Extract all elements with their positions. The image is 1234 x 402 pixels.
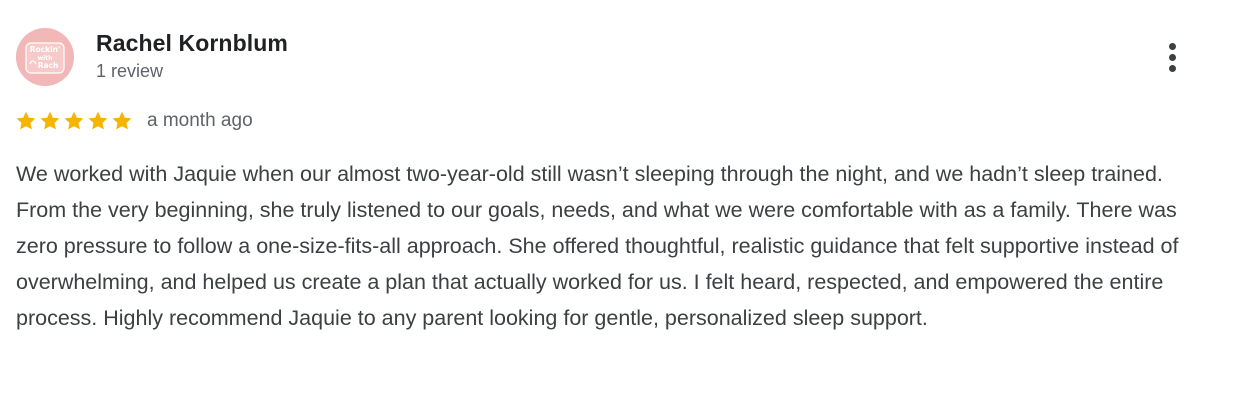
review-card: Rockin' with Rach Rachel Kornblum 1 revi… xyxy=(0,0,1234,402)
review-text: We worked with Jaquie when our almost tw… xyxy=(16,162,1179,330)
rating-row: a month ago xyxy=(15,108,253,134)
avatar-logo-icon: Rockin' with Rach xyxy=(16,28,74,86)
avatar[interactable]: Rockin' with Rach xyxy=(16,28,74,86)
reviewer-name[interactable]: Rachel Kornblum xyxy=(96,30,288,57)
star-icon xyxy=(87,110,109,132)
avatar-text-line3: Rach xyxy=(38,61,59,70)
more-options-button[interactable] xyxy=(1160,40,1186,76)
star-icon xyxy=(111,110,133,132)
star-rating xyxy=(15,110,133,132)
more-vert-icon xyxy=(1169,43,1176,50)
review-date: a month ago xyxy=(147,110,253,131)
avatar-text-line1: Rockin' xyxy=(30,45,61,54)
more-vert-icon-dot xyxy=(1169,54,1176,61)
star-icon xyxy=(15,110,37,132)
more-vert-icon-dot xyxy=(1169,65,1176,72)
review-count[interactable]: 1 review xyxy=(96,61,163,82)
star-icon xyxy=(39,110,61,132)
star-icon xyxy=(63,110,85,132)
